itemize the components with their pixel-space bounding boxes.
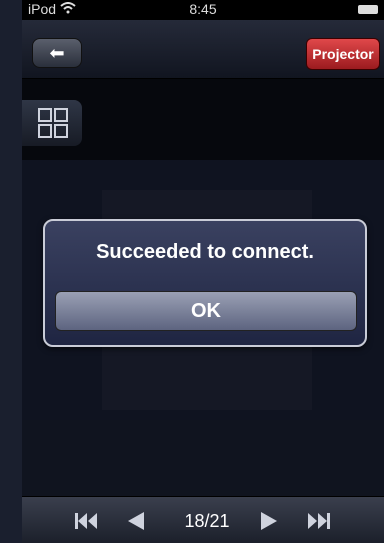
alert-dialog: Succeeded to connect. OK (43, 219, 367, 347)
back-button[interactable]: ⬅ (32, 38, 82, 68)
skip-to-start-icon[interactable] (74, 509, 98, 533)
page-indicator: 18/21 (184, 511, 230, 531)
status-bar: iPod 8:45 (22, 0, 384, 20)
ok-button[interactable]: OK (55, 291, 357, 331)
left-edge-strip (0, 0, 22, 543)
triangle-left-icon[interactable] (124, 509, 148, 533)
phone-screen: iPod 8:45 ⬅ Projector Succeeded to conne… (22, 0, 384, 543)
alert-title: Succeeded to connect. (96, 241, 314, 263)
bottom-toolbar: 18/21 (22, 496, 384, 543)
triangle-right-icon[interactable] (257, 509, 281, 533)
thumbnail-view-button[interactable] (22, 100, 82, 146)
status-time: 8:45 (189, 1, 217, 17)
projector-button[interactable]: Projector (306, 38, 380, 70)
battery-icon (358, 5, 378, 14)
arrow-left-icon: ⬅ (49, 43, 65, 63)
navigation-bar: ⬅ Projector (22, 20, 384, 79)
lower-area (22, 420, 384, 496)
skip-to-end-icon[interactable] (305, 509, 330, 533)
